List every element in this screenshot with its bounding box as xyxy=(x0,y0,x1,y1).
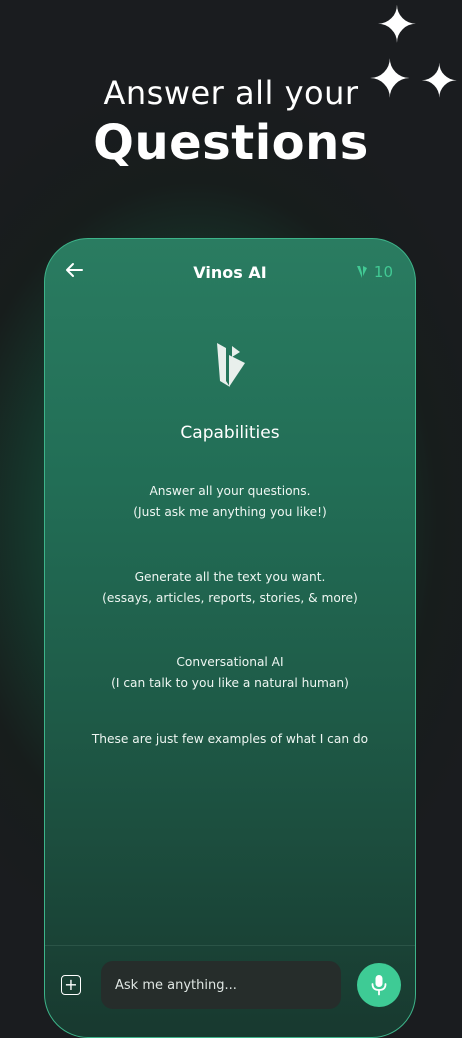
capability-line: Answer all your questions. xyxy=(149,484,311,498)
sparkle-icon: ✦ xyxy=(376,0,418,54)
capabilities-title: Capabilities xyxy=(180,423,280,443)
credits-count: 10 xyxy=(373,263,393,281)
vinos-logo-icon xyxy=(217,343,245,387)
voice-input-button[interactable] xyxy=(357,963,401,1007)
divider xyxy=(45,945,415,946)
capability-item: Answer all your questions. (Just ask me … xyxy=(45,481,415,523)
capability-subline: (Just ask me anything you like!) xyxy=(133,505,327,519)
capability-line: Generate all the text you want. xyxy=(134,570,326,584)
add-attachment-button[interactable]: + xyxy=(61,975,81,995)
hero-subtitle: Answer all your xyxy=(103,74,359,112)
capability-subline: (I can talk to you like a natural human) xyxy=(111,676,349,690)
chat-input[interactable] xyxy=(101,961,341,1009)
capability-line: Conversational AI xyxy=(176,655,284,669)
hero-title: Questions xyxy=(93,115,369,171)
microphone-icon xyxy=(371,975,387,996)
capability-item: Generate all the text you want. (essays,… xyxy=(45,567,415,609)
plus-icon: + xyxy=(64,975,78,994)
chat-header: Vinos AI 10 xyxy=(45,239,415,305)
capability-item: Conversational AI (I can talk to you lik… xyxy=(45,652,415,694)
capabilities-footer: These are just few examples of what I ca… xyxy=(91,732,369,746)
capability-subline: (essays, articles, reports, stories, & m… xyxy=(102,591,358,605)
vinos-logo-icon xyxy=(356,266,367,278)
credits-badge[interactable]: 10 xyxy=(356,263,393,281)
phone-frame: Vinos AI 10 Capabilities Answer all your… xyxy=(44,238,416,1038)
